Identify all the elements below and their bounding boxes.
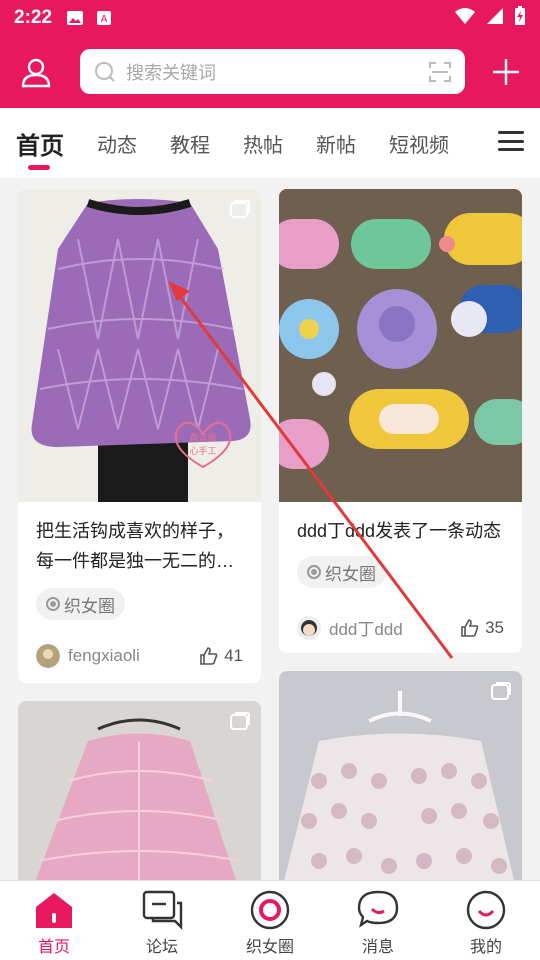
nav-home[interactable]: 首页	[0, 881, 108, 960]
menu-button[interactable]	[498, 128, 524, 154]
nav-profile[interactable]: 我的	[432, 881, 540, 960]
plus-icon	[493, 59, 519, 85]
profile-icon	[466, 890, 506, 930]
status-bar: 2:22 A	[0, 0, 540, 36]
user-profile-button[interactable]	[6, 36, 66, 108]
message-icon	[357, 890, 399, 928]
nav-forum-label: 论坛	[145, 939, 178, 956]
nav-circle[interactable]: 织女圈	[216, 881, 324, 960]
search-input[interactable]: 搜索关键词	[126, 59, 429, 85]
tab-tutorials[interactable]: 教程	[170, 108, 210, 178]
forum-icon	[142, 890, 183, 930]
nav-home-label: 首页	[37, 939, 70, 956]
search-bar[interactable]: 搜索关键词	[80, 49, 465, 94]
tab-new[interactable]: 新帖	[316, 108, 356, 178]
bottom-navigation: 首页 论坛 织女圈 消息 我的	[0, 880, 540, 960]
nav-forum[interactable]: 论坛	[108, 881, 216, 960]
tab-updates[interactable]: 动态	[97, 108, 137, 178]
post-feed[interactable]: 森蓝雅 心手工 把生活钩成喜欢的样子，每一件都是独一无二的… 织女圈 fengx…	[0, 178, 540, 880]
wifi-icon	[454, 7, 476, 30]
annotation-arrow	[168, 281, 454, 659]
battery-icon	[514, 5, 526, 31]
circle-icon	[250, 890, 290, 930]
tab-home[interactable]: 首页	[16, 108, 64, 178]
top-bar: 搜索关键词	[0, 36, 540, 108]
nav-messages-label: 消息	[361, 939, 394, 956]
nav-circle-label: 织女圈	[245, 939, 294, 956]
nav-messages[interactable]: 消息	[324, 881, 432, 960]
nav-profile-label: 我的	[469, 939, 502, 956]
user-icon	[21, 58, 51, 88]
gallery-notification-icon	[66, 10, 84, 26]
tab-short-video[interactable]: 短视频	[389, 108, 449, 178]
app-notification-icon: A	[96, 10, 114, 26]
scan-icon[interactable]	[429, 61, 451, 83]
home-icon	[36, 893, 72, 928]
svg-text:A: A	[101, 14, 108, 25]
add-post-button[interactable]	[486, 50, 526, 94]
tab-hot[interactable]: 热帖	[243, 108, 283, 178]
status-time: 2:22	[14, 7, 53, 28]
search-icon	[95, 61, 115, 82]
signal-icon	[486, 7, 504, 30]
category-tabs: 首页 动态 教程 热帖 新帖 短视频	[0, 108, 540, 178]
